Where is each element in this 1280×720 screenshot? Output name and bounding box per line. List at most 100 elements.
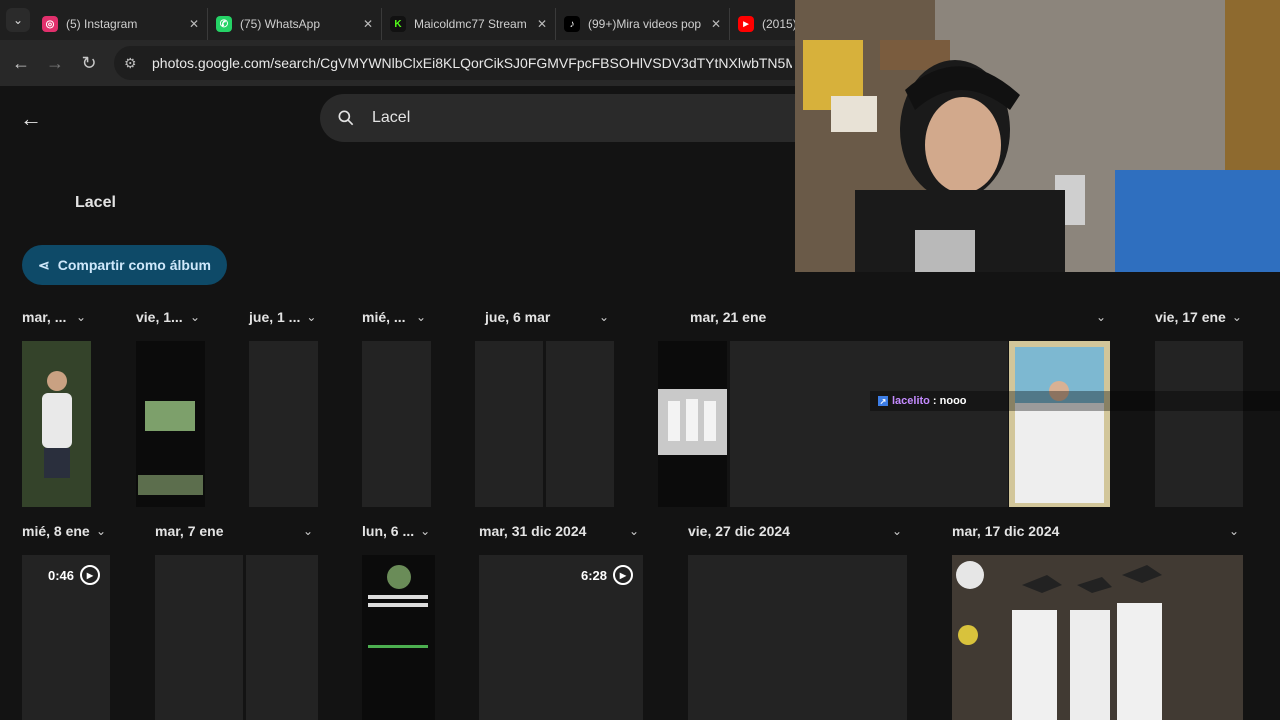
- photo-thumbnail[interactable]: [22, 341, 91, 507]
- chevron-down-icon: ⌄: [12, 13, 24, 27]
- date-header[interactable]: lun, 6 ... ⌄: [362, 521, 430, 541]
- close-icon[interactable]: ✕: [537, 17, 547, 31]
- date-label: jue, 6 mar: [485, 309, 551, 325]
- photo-thumbnail[interactable]: [658, 341, 727, 507]
- date-header[interactable]: mar, 31 dic 2024 ⌄: [479, 521, 639, 541]
- date-label: jue, 1 ...: [249, 309, 301, 325]
- url-text: photos.google.com/search/CgVMYWNlbClxEi8…: [152, 55, 792, 71]
- site-settings-icon[interactable]: ⚙: [124, 55, 142, 72]
- date-label: mar, 17 dic 2024: [952, 523, 1060, 539]
- kick-badge-icon: ↗: [878, 396, 888, 406]
- screenshot-image: [368, 565, 428, 648]
- screenshot-image: [658, 389, 727, 455]
- chevron-down-icon[interactable]: ⌄: [76, 310, 86, 324]
- chevron-down-icon[interactable]: ⌄: [1232, 310, 1242, 324]
- date-label: mar, 31 dic 2024: [479, 523, 587, 539]
- back-arrow-icon[interactable]: ←: [20, 106, 42, 132]
- date-header[interactable]: mié, ... ⌄: [362, 307, 426, 327]
- chevron-down-icon[interactable]: ⌄: [416, 310, 426, 324]
- date-label: mar, 7 ene: [155, 523, 224, 539]
- tab-label: (99+)Mira videos pop: [588, 17, 702, 31]
- duration-label: 6:28: [580, 567, 607, 583]
- kick-icon: K: [390, 16, 406, 32]
- photo-thumbnail[interactable]: [136, 341, 205, 507]
- photo-person: [22, 341, 91, 507]
- youtube-icon: ▶: [738, 16, 754, 32]
- date-header[interactable]: jue, 1 ... ⌄: [249, 307, 316, 327]
- date-label: mié, 8 ene: [22, 523, 90, 539]
- browser-tab[interactable]: ◎ (5) Instagram ✕: [34, 8, 208, 40]
- date-header[interactable]: jue, 6 mar ⌄: [485, 307, 609, 327]
- chevron-down-icon[interactable]: ⌄: [599, 310, 609, 324]
- video-thumbnail[interactable]: 6:28 ▶: [479, 555, 643, 720]
- browser-tab[interactable]: ✆ (75) WhatsApp ✕: [208, 8, 382, 40]
- close-icon[interactable]: ✕: [711, 17, 721, 31]
- chat-username: lacelito: [892, 395, 930, 407]
- chevron-down-icon[interactable]: ⌄: [190, 310, 200, 324]
- chevron-down-icon[interactable]: ⌄: [420, 524, 430, 538]
- date-label: vie, 1...: [136, 309, 183, 325]
- play-icon: ▶: [613, 565, 633, 585]
- reload-icon[interactable]: ↻: [72, 53, 106, 74]
- photo-thumbnail[interactable]: [362, 341, 431, 507]
- photo-thumbnail[interactable]: [155, 555, 243, 720]
- date-header[interactable]: mié, 8 ene ⌄: [22, 521, 106, 541]
- share-as-album-button[interactable]: ⋖ Compartir como álbum: [22, 245, 227, 285]
- chevron-down-icon[interactable]: ⌄: [1229, 524, 1239, 538]
- tab-label: (75) WhatsApp: [240, 17, 321, 31]
- back-arrow-icon[interactable]: ←: [4, 53, 38, 74]
- browser-tab[interactable]: ♪ (99+)Mira videos pop ✕: [556, 8, 730, 40]
- date-label: mar, 21 ene: [690, 309, 767, 325]
- photo-thumbnail[interactable]: [362, 555, 435, 720]
- photo-thumbnail[interactable]: [688, 555, 907, 720]
- play-icon: ▶: [80, 565, 100, 585]
- duration-label: 0:46: [47, 567, 74, 583]
- close-icon[interactable]: ✕: [189, 17, 199, 31]
- date-header[interactable]: vie, 17 ene ⌄: [1155, 307, 1242, 327]
- tab-search-button[interactable]: ⌄: [6, 8, 30, 32]
- forward-arrow-icon[interactable]: →: [38, 53, 72, 74]
- photo-thumbnail[interactable]: [546, 341, 614, 507]
- browser-tab[interactable]: K Maicoldmc77 Stream ✕: [382, 8, 556, 40]
- date-label: mar, ...: [22, 309, 67, 325]
- page-title: Lacel: [75, 194, 116, 211]
- chevron-down-icon[interactable]: ⌄: [303, 524, 313, 538]
- chevron-down-icon[interactable]: ⌄: [96, 524, 106, 538]
- photo-thumbnail[interactable]: [952, 555, 1243, 720]
- photo-thumbnail[interactable]: [1009, 341, 1110, 507]
- tiktok-icon: ♪: [564, 16, 580, 32]
- whatsapp-icon: ✆: [216, 16, 232, 32]
- video-duration: 0:46 ▶: [48, 565, 100, 585]
- webcam-overlay: [795, 0, 1280, 272]
- chevron-down-icon[interactable]: ⌄: [629, 524, 639, 538]
- video-thumbnail[interactable]: 0:46 ▶: [22, 555, 110, 720]
- date-header[interactable]: mar, 21 ene ⌄: [690, 307, 1106, 327]
- date-header[interactable]: vie, 27 dic 2024 ⌄: [688, 521, 902, 541]
- photo-thumbnail[interactable]: [1155, 341, 1243, 507]
- photo-thumbnail[interactable]: [249, 341, 318, 507]
- share-label: Compartir como álbum: [57, 257, 211, 273]
- date-header[interactable]: mar, ... ⌄: [22, 307, 86, 327]
- photo-thumbnail[interactable]: [475, 341, 543, 507]
- date-label: lun, 6 ...: [362, 523, 415, 539]
- chevron-down-icon[interactable]: ⌄: [892, 524, 902, 538]
- close-icon[interactable]: ✕: [363, 17, 373, 31]
- screenshot-image: [138, 401, 203, 495]
- photo-group: [1009, 341, 1110, 507]
- chevron-down-icon[interactable]: ⌄: [1096, 310, 1106, 324]
- webcam-feed-image: [795, 0, 1280, 272]
- chevron-down-icon[interactable]: ⌄: [306, 310, 316, 324]
- tab-label: Maicoldmc77 Stream: [414, 17, 527, 31]
- date-header[interactable]: mar, 7 ene ⌄: [155, 521, 313, 541]
- search-query: Lacel: [372, 109, 411, 126]
- photo-thumbnail[interactable]: [246, 555, 318, 720]
- date-header[interactable]: vie, 1... ⌄: [136, 307, 200, 327]
- tab-label: (5) Instagram: [66, 17, 138, 31]
- date-label: vie, 17 ene: [1155, 309, 1226, 325]
- stream-chat-message: ↗ lacelito : nooo: [870, 391, 1280, 411]
- photo-thumbnail[interactable]: [730, 341, 1008, 507]
- date-label: mié, ...: [362, 309, 406, 325]
- photo-graduation: [952, 555, 1243, 720]
- chat-text: : nooo: [932, 395, 967, 407]
- date-header[interactable]: mar, 17 dic 2024 ⌄: [952, 521, 1239, 541]
